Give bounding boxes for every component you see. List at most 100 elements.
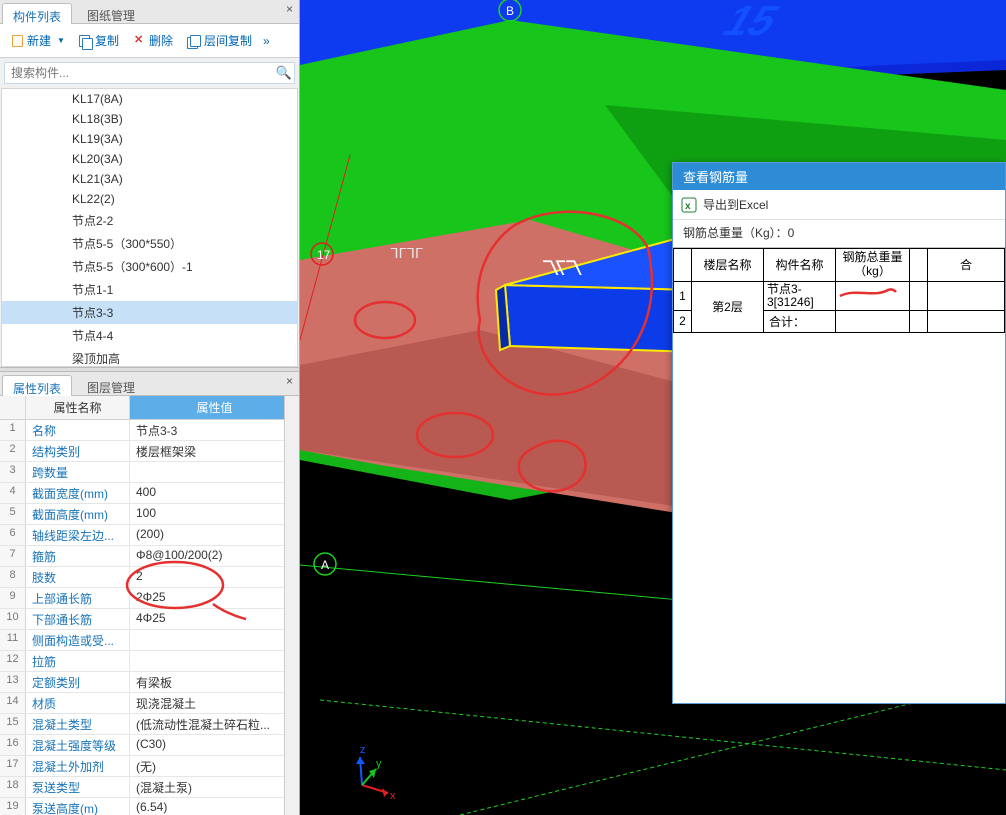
prop-value[interactable]: (低流动性混凝土碎石粒... bbox=[130, 714, 299, 734]
prop-value[interactable]: 楼层框架梁 bbox=[130, 441, 299, 461]
prop-value[interactable]: 有梁板 bbox=[130, 672, 299, 692]
tab-layer-manage[interactable]: 图层管理 bbox=[76, 374, 146, 395]
rebar-popup-title[interactable]: 查看钢筋量 bbox=[673, 163, 1005, 190]
prop-value[interactable]: Φ8@100/200(2) bbox=[130, 546, 299, 566]
new-button[interactable]: 新建▼ bbox=[6, 28, 71, 53]
tree-item[interactable]: 节点5-5（300*550） bbox=[2, 232, 297, 255]
search-icon[interactable]: 🔍 bbox=[274, 65, 294, 81]
tree-item[interactable]: 节点5-5（300*600）-1 bbox=[2, 255, 297, 278]
tree-item[interactable]: KL17(8A) bbox=[2, 89, 297, 109]
property-row[interactable]: 3跨数量 bbox=[0, 462, 299, 483]
prop-value[interactable]: 节点3-3 bbox=[130, 420, 299, 440]
prop-idx: 17 bbox=[0, 756, 26, 776]
property-row[interactable]: 7箍筋Φ8@100/200(2) bbox=[0, 546, 299, 567]
rebar-summary: 钢筋总重量（Kg）：0 bbox=[673, 220, 1005, 248]
property-row[interactable]: 18泵送类型(混凝土泵) bbox=[0, 777, 299, 798]
prop-name: 混凝土强度等级 bbox=[26, 735, 130, 755]
property-grid[interactable]: 属性名称 属性值 1名称节点3-32结构类别楼层框架梁3跨数量4截面宽度(mm)… bbox=[0, 396, 299, 815]
prop-name: 材质 bbox=[26, 693, 130, 713]
tree-item[interactable]: 梁顶加高 bbox=[2, 347, 297, 367]
property-row[interactable]: 10下部通长筋4Φ25 bbox=[0, 609, 299, 630]
prop-name: 侧面构造或受... bbox=[26, 630, 130, 650]
property-row[interactable]: 9上部通长筋2Φ25 bbox=[0, 588, 299, 609]
property-row[interactable]: 1名称节点3-3 bbox=[0, 420, 299, 441]
property-row[interactable]: 19泵送高度(m)(6.54) bbox=[0, 798, 299, 815]
copy-button[interactable]: 复制 bbox=[73, 28, 125, 53]
tree-item[interactable]: KL20(3A) bbox=[2, 149, 297, 169]
property-row[interactable]: 17混凝土外加剂(无) bbox=[0, 756, 299, 777]
tab-component-list[interactable]: 构件列表 bbox=[2, 3, 72, 24]
property-row[interactable]: 13定额类别有梁板 bbox=[0, 672, 299, 693]
orient-x: x bbox=[390, 790, 396, 802]
prop-idx: 7 bbox=[0, 546, 26, 566]
prop-value[interactable]: 400 bbox=[130, 483, 299, 503]
close-icon[interactable]: × bbox=[282, 374, 297, 388]
axis-label-b: B bbox=[506, 4, 514, 18]
prop-value[interactable] bbox=[130, 651, 299, 671]
rebar-th-floor: 楼层名称 bbox=[692, 249, 764, 282]
tab-property-list[interactable]: 属性列表 bbox=[2, 375, 72, 396]
property-row[interactable]: 8肢数2 bbox=[0, 567, 299, 588]
prop-value[interactable] bbox=[130, 630, 299, 650]
prop-idx: 8 bbox=[0, 567, 26, 587]
property-row[interactable]: 14材质现浇混凝土 bbox=[0, 693, 299, 714]
component-tree[interactable]: KL17(8A)KL18(3B)KL19(3A)KL20(3A)KL21(3A)… bbox=[1, 88, 298, 367]
tree-item[interactable]: KL21(3A) bbox=[2, 169, 297, 189]
property-row[interactable]: 2结构类别楼层框架梁 bbox=[0, 441, 299, 462]
rebar-body bbox=[673, 333, 1005, 703]
svg-text:ᒣᒥᒣᒥ: ᒣᒥᒣᒥ bbox=[390, 246, 423, 262]
close-icon[interactable]: × bbox=[282, 2, 297, 16]
export-excel-button[interactable]: 导出到Excel bbox=[703, 196, 768, 213]
tree-item[interactable]: KL18(3B) bbox=[2, 109, 297, 129]
prop-value[interactable]: 现浇混凝土 bbox=[130, 693, 299, 713]
tree-item[interactable]: KL19(3A) bbox=[2, 129, 297, 149]
prop-idx: 13 bbox=[0, 672, 26, 692]
property-row[interactable]: 12拉筋 bbox=[0, 651, 299, 672]
prop-value[interactable]: (C30) bbox=[130, 735, 299, 755]
prop-value[interactable]: 2 bbox=[130, 567, 299, 587]
prop-value[interactable]: 100 bbox=[130, 504, 299, 524]
prop-value[interactable]: (6.54) bbox=[130, 798, 299, 815]
property-row[interactable]: 15混凝土类型(低流动性混凝土碎石粒... bbox=[0, 714, 299, 735]
rebar-popup[interactable]: 查看钢筋量 x 导出到Excel 钢筋总重量（Kg）：0 楼层名称 构件名称 钢… bbox=[672, 162, 1006, 704]
prop-value[interactable] bbox=[130, 462, 299, 482]
rebar-cell-component[interactable]: 节点3-3[31246] bbox=[764, 281, 836, 310]
toolbar-more[interactable]: » bbox=[260, 30, 273, 52]
tab-drawing-manage[interactable]: 图纸管理 bbox=[76, 2, 146, 23]
tree-item[interactable]: 节点2-2 bbox=[2, 209, 297, 232]
layer-copy-icon bbox=[187, 35, 200, 47]
prop-value[interactable]: (混凝土泵) bbox=[130, 777, 299, 797]
tree-item[interactable]: 节点4-4 bbox=[2, 324, 297, 347]
new-label: 新建 bbox=[27, 32, 51, 49]
property-row[interactable]: 11侧面构造或受... bbox=[0, 630, 299, 651]
property-row[interactable]: 5截面高度(mm)100 bbox=[0, 504, 299, 525]
layer-copy-button[interactable]: 层间复制 bbox=[181, 28, 258, 53]
property-row[interactable]: 4截面宽度(mm)400 bbox=[0, 483, 299, 504]
prop-idx: 4 bbox=[0, 483, 26, 503]
prop-idx: 3 bbox=[0, 462, 26, 482]
excel-icon: x bbox=[681, 197, 697, 213]
tree-item[interactable]: KL22(2) bbox=[2, 189, 297, 209]
prop-value[interactable]: (无) bbox=[130, 756, 299, 776]
tree-item[interactable]: 节点1-1 bbox=[2, 278, 297, 301]
tree-item[interactable]: 节点3-3 bbox=[2, 301, 297, 324]
search-input[interactable] bbox=[5, 64, 274, 82]
rebar-cell-weight bbox=[836, 281, 910, 310]
rebar-th-last: 合 bbox=[928, 249, 1005, 282]
delete-button[interactable]: 删除 bbox=[127, 28, 179, 53]
prop-header-name: 属性名称 bbox=[26, 396, 130, 419]
property-row[interactable]: 16混凝土强度等级(C30) bbox=[0, 735, 299, 756]
prop-value[interactable]: (200) bbox=[130, 525, 299, 545]
prop-value[interactable]: 4Φ25 bbox=[130, 609, 299, 629]
prop-name: 结构类别 bbox=[26, 441, 130, 461]
prop-name: 肢数 bbox=[26, 567, 130, 587]
rebar-cell-floor: 第2层 bbox=[692, 281, 764, 332]
prop-value[interactable]: 2Φ25 bbox=[130, 588, 299, 608]
prop-idx: 14 bbox=[0, 693, 26, 713]
prop-name: 跨数量 bbox=[26, 462, 130, 482]
prop-name: 泵送类型 bbox=[26, 777, 130, 797]
prop-idx: 9 bbox=[0, 588, 26, 608]
property-row[interactable]: 6轴线距梁左边...(200) bbox=[0, 525, 299, 546]
component-toolbar: 新建▼ 复制 删除 层间复制 » bbox=[0, 24, 299, 58]
prop-name: 混凝土外加剂 bbox=[26, 756, 130, 776]
